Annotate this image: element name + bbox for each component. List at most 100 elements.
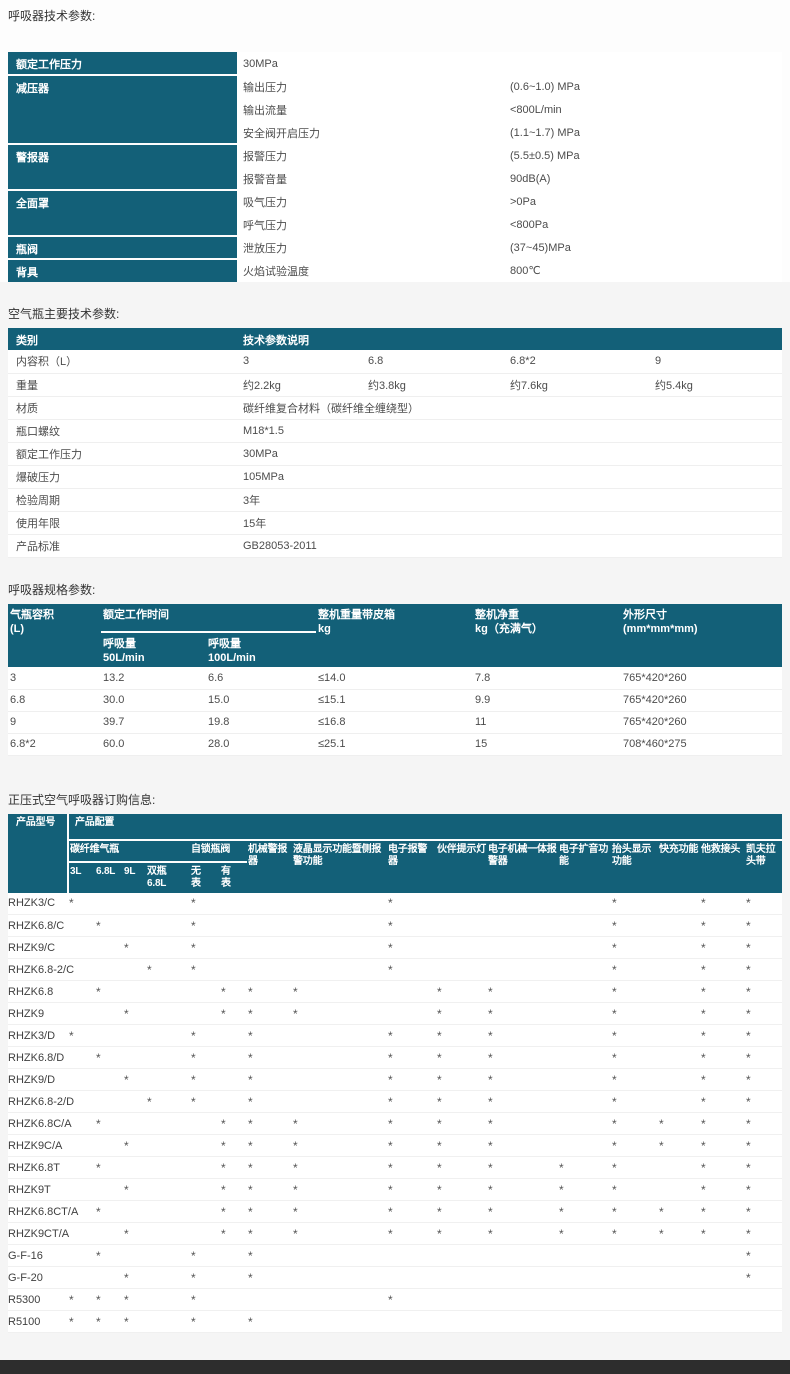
mark-cell: * [146, 959, 190, 981]
mark-cell: * [611, 1003, 658, 1025]
mark-cell [220, 1025, 247, 1047]
param-value: <800Pa [510, 213, 782, 236]
mark-cell [658, 1179, 700, 1201]
mark-cell [558, 1025, 611, 1047]
row-label: 重量 [8, 373, 235, 396]
spec-value [502, 442, 647, 465]
cylinder-param-row: 爆破压力105MPa [8, 465, 782, 488]
row-label: 内容积（L） [8, 350, 235, 373]
mark-cell: * [611, 959, 658, 981]
spec-row: 6.8*260.028.0≤25.115708*460*275 [8, 733, 782, 755]
mark-cell: * [190, 1091, 220, 1113]
order-row: RHZK6.8/D********* [8, 1047, 782, 1069]
param-value: >0Pa [510, 190, 782, 213]
column-header-heads-up-display: 抬头显示功能 [611, 840, 658, 893]
param-name: 泄放压力 [237, 236, 510, 259]
mark-cell [190, 1113, 220, 1135]
mark-cell [68, 1157, 95, 1179]
mark-cell [123, 959, 146, 981]
spec-value: 约5.4kg [647, 373, 782, 396]
mark-cell [146, 1289, 190, 1311]
mark-cell: * [700, 1135, 745, 1157]
mark-cell: * [658, 1223, 700, 1245]
mark-cell: * [68, 1289, 95, 1311]
mark-cell [611, 1289, 658, 1311]
order-row: R5300***** [8, 1289, 782, 1311]
mark-cell: * [123, 1003, 146, 1025]
mark-cell [611, 1311, 658, 1333]
column-header-double-6-8l: 双瓶 6.8L [146, 862, 190, 893]
mark-cell: * [487, 1135, 558, 1157]
mark-cell [220, 1069, 247, 1091]
spec-value [360, 442, 502, 465]
mark-cell [292, 1245, 387, 1267]
mark-cell: * [68, 1311, 95, 1333]
mark-cell [292, 1069, 387, 1091]
mark-cell [292, 893, 387, 915]
spec-value: 60.0 [101, 733, 206, 755]
mark-cell: * [247, 1201, 292, 1223]
mark-cell: * [247, 1113, 292, 1135]
mark-cell: * [123, 1179, 146, 1201]
mark-cell [745, 1289, 782, 1311]
spec-value: 约7.6kg [502, 373, 647, 396]
mark-cell: * [95, 1113, 123, 1135]
mark-cell [68, 1113, 95, 1135]
order-row: RHZK6.8T*********** [8, 1157, 782, 1179]
tech-param-row: 警报器报警压力(5.5±0.5) MPa [8, 144, 782, 167]
mark-cell: * [611, 1091, 658, 1113]
mark-cell: * [123, 1223, 146, 1245]
column-header-mechanical-alarm: 机械警报器 [247, 840, 292, 893]
mark-cell [558, 1267, 611, 1289]
mark-cell: * [436, 1069, 487, 1091]
model-cell: RHZK9CT/A [8, 1223, 68, 1245]
mark-cell [387, 1311, 436, 1333]
mark-cell: * [745, 1267, 782, 1289]
mark-cell: * [387, 893, 436, 915]
mark-cell: * [611, 1113, 658, 1135]
mark-cell [658, 893, 700, 915]
column-header-product-config: 产品配置 [68, 814, 782, 840]
mark-cell: * [745, 959, 782, 981]
param-value: (0.6~1.0) MPa [510, 75, 782, 98]
cylinder-param-row: 检验周期3年 [8, 488, 782, 511]
mark-cell [700, 1311, 745, 1333]
mark-cell: * [745, 915, 782, 937]
mark-cell: * [487, 981, 558, 1003]
mark-cell: * [700, 1069, 745, 1091]
mark-cell: * [611, 981, 658, 1003]
mark-cell: * [292, 1157, 387, 1179]
mark-cell [558, 959, 611, 981]
header-row: 碳纤维气瓶 自锁瓶阀 机械警报器 液晶显示功能暨侧报警功能 电子报警器 伙伴提示… [8, 840, 782, 862]
mark-cell [292, 915, 387, 937]
param-name: 输出压力 [237, 75, 510, 98]
mark-cell: * [487, 1003, 558, 1025]
mark-cell: * [487, 1091, 558, 1113]
mark-cell [558, 1113, 611, 1135]
header-row: 产品型号 产品配置 [8, 814, 782, 840]
column-header-cylinder-volume: 气瓶容积 (L) [8, 604, 101, 668]
mark-cell: * [220, 1157, 247, 1179]
spec-row: 6.830.015.0≤15.19.9765*420*260 [8, 689, 782, 711]
mark-cell [658, 1267, 700, 1289]
mark-cell: * [387, 1135, 436, 1157]
mark-cell: * [247, 1311, 292, 1333]
spec-value [647, 488, 782, 511]
mark-cell [146, 1223, 190, 1245]
column-header-category: 类别 [8, 328, 235, 350]
mark-cell: * [436, 1223, 487, 1245]
row-label: 瓶口螺纹 [8, 419, 235, 442]
spec-value: 6.8*2 [8, 733, 101, 755]
column-header-product-model: 产品型号 [8, 814, 68, 893]
mark-cell [487, 1267, 558, 1289]
mark-cell [220, 893, 247, 915]
mark-cell: * [123, 1289, 146, 1311]
mark-cell: * [190, 1069, 220, 1091]
mark-cell: * [611, 1025, 658, 1047]
mark-cell: * [436, 1157, 487, 1179]
mark-cell [190, 1003, 220, 1025]
order-row: RHZK3/C****** [8, 893, 782, 915]
mark-cell [146, 1003, 190, 1025]
cylinder-param-row: 额定工作压力30MPa [8, 442, 782, 465]
mark-cell [95, 893, 123, 915]
